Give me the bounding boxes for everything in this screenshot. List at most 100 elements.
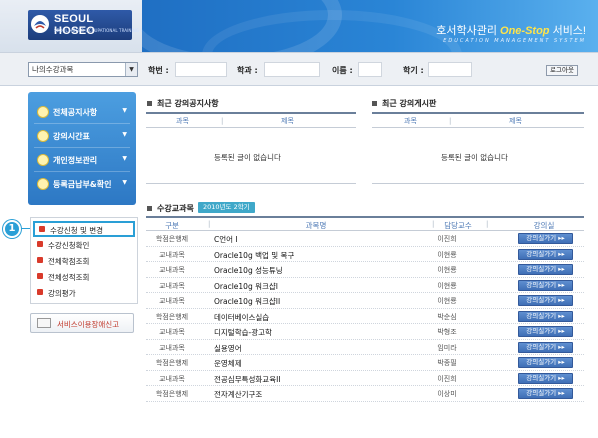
course-name: 데이터베이스실습 [214,312,270,322]
course-name: Oracle10g 워크샵I [214,281,279,291]
course-type: 학점은행제 [155,235,189,243]
course-type: 학점은행제 [155,312,189,321]
table-row: 교내과목 전공심무특성화교육II 이진희 강의실가기 ▸▸ [146,371,584,386]
sidebar-item-notices[interactable]: 전체공지사항 ▼ [34,100,130,124]
course-type: 교내과목 [159,266,185,274]
submenu-item-label: 강의평가 [48,289,76,298]
table-row: 학점은행제 운영체제 박종필 강의실가기 ▸▸ [146,355,584,371]
course-type: 학점은행제 [155,390,189,398]
col-title: 제목 [281,117,294,125]
table-row: 교내과목 Oracle10g 백업 및 복구 이현룡 강의실가기 ▸▸ [146,247,584,262]
enter-classroom-button[interactable]: 강의실가기 ▸▸ [518,372,573,384]
semester-badge: 2010년도 2학기 [198,202,255,213]
dept-field [264,62,320,77]
enter-classroom-button[interactable]: 강의실가기 ▸▸ [518,326,573,337]
course-select[interactable]: 나의수강과목 ▼ [28,62,138,77]
submenu-item-registration[interactable]: 수강신청 및 변경 [33,221,135,237]
bullet-icon [37,289,43,295]
enter-classroom-button[interactable]: 강의실가기 ▸▸ [518,341,573,353]
student-id-label: 학번 : [148,66,169,75]
banner: 호서학사관리 One-Stop 서비스! EDUCATION MANAGEMEN… [142,0,598,52]
col-type: 구분 [165,221,179,230]
col-title: 제목 [509,117,522,125]
sidebar-item-personal-info[interactable]: 개인정보관리 ▼ [34,148,130,172]
courses-table: 구분 | 과목명 | 담당교수 | 강의실 학점은행제 C언어 I 이진희 강의실가기… [146,216,584,402]
table-row: 교내과목 실용영어 임미라 강의실가기 ▸▸ [146,340,584,355]
notice-icon [37,106,49,118]
envelope-icon [37,318,51,328]
col-separator: | [221,117,224,125]
submenu-item-registration-check[interactable]: 수강신청확인 [31,237,137,253]
submenu-item-grades[interactable]: 전체성적조회 [31,269,137,285]
enter-classroom-button[interactable]: 강의실가기 ▸▸ [518,233,573,244]
chevron-down-icon: ▼ [122,131,127,138]
course-type: 교내과목 [159,250,185,259]
logo[interactable]: SEOUL HOSEO SEOUL HOSEO OCCUPATIONAL TRA… [28,10,160,40]
table-row: 교내과목 디지털학습-광고학 박형조 강의실가기 ▸▸ [146,324,584,340]
notices-empty-message: 등록된 글이 없습니다 [214,153,281,162]
bullet-icon [37,257,43,263]
col-separator: | [208,220,211,228]
table-row: 학점은행제 전자계산기구조 이상미 강의실가기 ▸▸ [146,386,584,402]
logout-button[interactable]: 로그아웃 [546,65,578,76]
name-label: 이름 : [332,66,353,75]
table-row: 교내과목 Oracle10g 워크샵I 이현룡 강의실가기 ▸▸ [146,278,584,293]
report-issue-button[interactable]: 서비스이용장애신고 [30,313,134,333]
sidebar-item-timetable[interactable]: 강의시간표 ▼ [34,124,130,148]
bullet-icon [39,226,45,232]
bullet-icon [37,273,43,279]
submenu-item-label: 수강신청확인 [48,241,90,250]
enter-classroom-button[interactable]: 강의실가기 ▸▸ [518,295,573,306]
course-name: 전공심무특성화교육II [214,374,281,384]
enter-classroom-button[interactable]: 강의실가기 ▸▸ [518,248,573,260]
courses-title: 수강교과목 [147,203,194,214]
enter-classroom-button[interactable]: 강의실가기 ▸▸ [518,310,573,322]
col-name: 과목명 [305,221,327,230]
sidebar-item-label: 개인정보관리 [53,156,98,165]
submenu-item-label: 수강신청 및 변경 [50,226,104,235]
enter-classroom-button[interactable]: 강의실가기 ▸▸ [518,279,573,291]
col-room: 강의실 [533,221,555,230]
banner-title: 호서학사관리 One-Stop 서비스! [436,25,586,37]
enter-classroom-button[interactable]: 강의실가기 ▸▸ [518,357,573,368]
course-name: Oracle10g 성능튜닝 [214,266,283,275]
logo-text: SEOUL HOSEO [54,13,96,37]
callout-connector [21,228,30,229]
course-type: 교내과목 [159,343,185,352]
notices-divider [146,183,356,184]
submenu-item-credits[interactable]: 전체학점조회 [31,253,137,269]
submenu-item-label: 전체학점조회 [48,257,90,266]
sidebar-item-label: 강의시간표 [53,132,90,141]
course-professor: 이현룡 [437,297,457,305]
sidebar-menu: 전체공지사항 ▼ 강의시간표 ▼ 개인정보관리 ▼ 등록금납부&확인 ▼ [28,92,136,205]
course-name: Oracle10g 백업 및 복구 [214,250,295,260]
course-professor: 이현룡 [437,250,457,259]
table-row: 학점은행제 데이터베이스실습 박순심 강의실가기 ▸▸ [146,309,584,324]
submenu-item-evaluation[interactable]: 강의평가 [31,285,137,301]
col-prof: 담당교수 [444,221,472,230]
dept-label: 학과 : [237,66,258,75]
money-icon [37,178,49,190]
clock-icon [37,130,49,142]
student-id-field [175,62,227,77]
square-bullet-icon [147,101,152,106]
course-name: Oracle10g 워크샵II [214,297,281,306]
course-name: 전자계산기구조 [214,390,263,399]
enter-classroom-button[interactable]: 강의실가기 ▸▸ [518,264,573,275]
board-title: 최근 강의게시판 [372,98,436,109]
course-professor: 임미라 [437,343,457,352]
course-type: 학점은행제 [155,359,189,367]
sidebar-item-label: 등록금납부&확인 [53,180,112,189]
term-field [428,62,472,77]
enter-classroom-button[interactable]: 강의실가기 ▸▸ [518,388,573,399]
step-callout-badge: 1 [3,220,21,238]
chevron-down-icon: ▼ [125,63,137,76]
banner-subtitle: EDUCATION MANAGEMENT SYSTEM [443,38,586,44]
name-field [358,62,382,77]
course-type: 교내과목 [159,374,185,383]
chevron-down-icon: ▼ [122,179,127,186]
submenu-item-label: 전체성적조회 [48,273,90,282]
course-name: 실용영어 [214,343,242,353]
course-professor: 박순심 [437,312,457,321]
sidebar-item-tuition[interactable]: 등록금납부&확인 ▼ [34,172,130,196]
